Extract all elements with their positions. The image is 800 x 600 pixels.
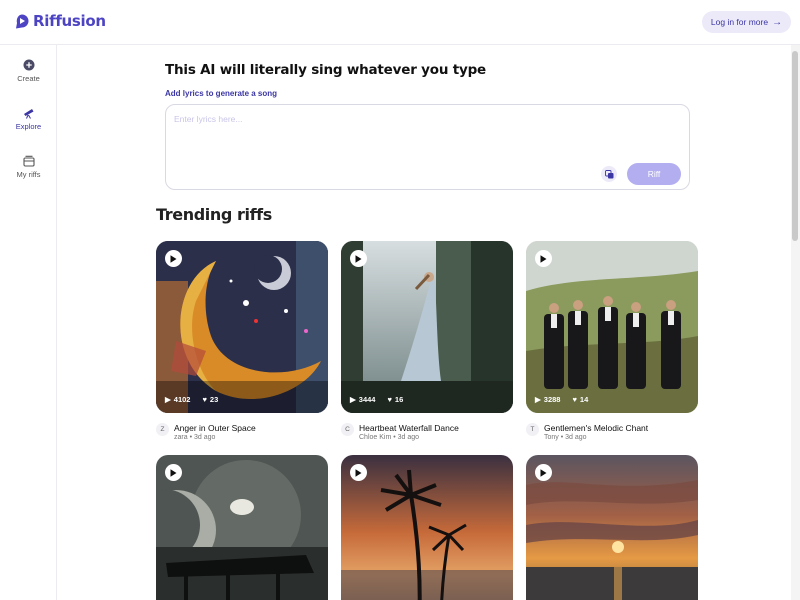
play-button[interactable] xyxy=(165,250,182,267)
cover-art-moon-piano xyxy=(156,455,328,600)
play-count-icon: ▶ xyxy=(350,395,356,404)
login-label: Log in for more xyxy=(710,17,769,27)
lyrics-box: Riff xyxy=(165,104,690,190)
author-name[interactable]: Tony xyxy=(544,434,559,441)
play-icon xyxy=(540,468,547,477)
riff-meta: T Gentlemen's Melodic Chant Tony • 3d ag… xyxy=(526,422,698,452)
sidebar-item-label: My riffs xyxy=(16,170,41,179)
riff-card[interactable]: ▶ 3444 ♥ 16 C Heartbeat Waterfall Dance … xyxy=(341,241,513,452)
sidebar-item-label: Create xyxy=(17,74,40,83)
play-icon xyxy=(170,254,177,263)
byline-separator: • xyxy=(560,434,564,441)
riff-stats: ▶ 3288 ♥ 14 xyxy=(535,395,588,404)
login-button[interactable]: Log in for more → xyxy=(702,11,791,33)
riff-card[interactable] xyxy=(156,455,328,600)
sidebar: Create Explore My riffs xyxy=(0,45,57,600)
sidebar-item-label: Explore xyxy=(15,122,42,131)
like-count: 14 xyxy=(579,395,589,404)
play-count-icon: ▶ xyxy=(165,395,171,404)
play-button[interactable] xyxy=(535,250,552,267)
telescope-icon xyxy=(23,109,33,119)
cover-art-gentlemen-choir xyxy=(526,241,698,413)
play-count: 3288 xyxy=(543,395,561,404)
play-icon xyxy=(540,254,547,263)
section-title-trending: Trending riffs xyxy=(156,205,272,224)
riff-card[interactable]: ▶ 3288 ♥ 14 T Gentlemen's Melodic Chant … xyxy=(526,241,698,452)
play-icon xyxy=(170,468,177,477)
cover-art-waterfall-dancer xyxy=(341,241,513,413)
riff-age: 3d ago xyxy=(565,434,587,441)
riff-thumbnail[interactable] xyxy=(156,455,328,600)
riff-byline: Chloe Kim • 3d ago xyxy=(359,434,419,441)
heart-icon: ♥ xyxy=(202,395,207,404)
riff-button[interactable]: Riff xyxy=(627,163,681,185)
play-count-icon: ▶ xyxy=(535,395,541,404)
scrollbar-thumb[interactable] xyxy=(792,51,798,241)
heart-icon: ♥ xyxy=(572,395,577,404)
riff-thumbnail[interactable] xyxy=(341,455,513,600)
logo[interactable]: Riffusion xyxy=(15,12,106,30)
byline-separator: • xyxy=(189,434,193,441)
riff-thumbnail[interactable]: ▶ 4102 ♥ 23 xyxy=(156,241,328,413)
play-icon xyxy=(355,468,362,477)
main-content: This AI will literally sing whatever you… xyxy=(57,45,791,600)
riff-title[interactable]: Heartbeat Waterfall Dance xyxy=(359,423,459,433)
app-name: Riffusion xyxy=(33,12,106,30)
riff-thumbnail[interactable] xyxy=(526,455,698,600)
like-count: 16 xyxy=(394,395,404,404)
dice-icon xyxy=(604,169,613,178)
top-bar: Riffusion Log in for more → xyxy=(0,0,800,45)
byline-separator: • xyxy=(393,434,396,441)
play-button[interactable] xyxy=(350,250,367,267)
avatar[interactable]: C xyxy=(341,423,354,436)
scrollbar[interactable] xyxy=(791,45,800,600)
heart-icon: ♥ xyxy=(387,395,392,404)
riff-title[interactable]: Anger in Outer Space xyxy=(174,423,256,433)
random-lyrics-button[interactable] xyxy=(601,166,617,182)
author-name[interactable]: zara xyxy=(174,434,188,441)
riff-stats: ▶ 3444 ♥ 16 xyxy=(350,395,403,404)
page-title: This AI will literally sing whatever you… xyxy=(165,62,487,78)
riffusion-logo-icon xyxy=(16,14,29,28)
cover-art-moon-collage xyxy=(156,241,328,413)
sidebar-item-create[interactable]: Create xyxy=(0,59,57,83)
lyrics-input[interactable] xyxy=(174,114,594,124)
cover-art-palm-sunset xyxy=(341,455,513,600)
play-button[interactable] xyxy=(165,464,182,481)
riff-age: 3d ago xyxy=(397,434,420,441)
riff-card[interactable]: ▶ 4102 ♥ 23 Z Anger in Outer Space zara … xyxy=(156,241,328,452)
riff-age: 3d ago xyxy=(193,434,216,441)
avatar[interactable]: Z xyxy=(156,423,169,436)
play-button[interactable] xyxy=(535,464,552,481)
library-icon xyxy=(22,155,35,167)
riff-title[interactable]: Gentlemen's Melodic Chant xyxy=(544,423,648,433)
play-count: 3444 xyxy=(358,395,376,404)
riff-meta: Z Anger in Outer Space zara • 3d ago xyxy=(156,422,328,452)
riff-byline: Tony • 3d ago xyxy=(544,434,587,441)
sidebar-item-explore[interactable]: Explore xyxy=(0,107,57,131)
play-count: 4102 xyxy=(173,395,191,404)
avatar[interactable]: T xyxy=(526,423,539,436)
cover-art-ocean-sunset xyxy=(526,455,698,600)
lyrics-label: Add lyrics to generate a song xyxy=(165,89,278,98)
like-count: 23 xyxy=(209,395,219,404)
riff-card[interactable] xyxy=(341,455,513,600)
plus-circle-icon xyxy=(23,59,34,71)
play-icon xyxy=(355,254,362,263)
arrow-right-icon: → xyxy=(772,16,783,28)
riff-meta: C Heartbeat Waterfall Dance Chloe Kim • … xyxy=(341,422,513,452)
author-name[interactable]: Chloe Kim xyxy=(359,434,391,441)
riff-byline: zara • 3d ago xyxy=(174,434,215,441)
sidebar-item-my-riffs[interactable]: My riffs xyxy=(0,155,57,179)
riff-stats: ▶ 4102 ♥ 23 xyxy=(165,395,218,404)
riff-thumbnail[interactable]: ▶ 3444 ♥ 16 xyxy=(341,241,513,413)
riff-thumbnail[interactable]: ▶ 3288 ♥ 14 xyxy=(526,241,698,413)
riff-card[interactable] xyxy=(526,455,698,600)
play-button[interactable] xyxy=(350,464,367,481)
